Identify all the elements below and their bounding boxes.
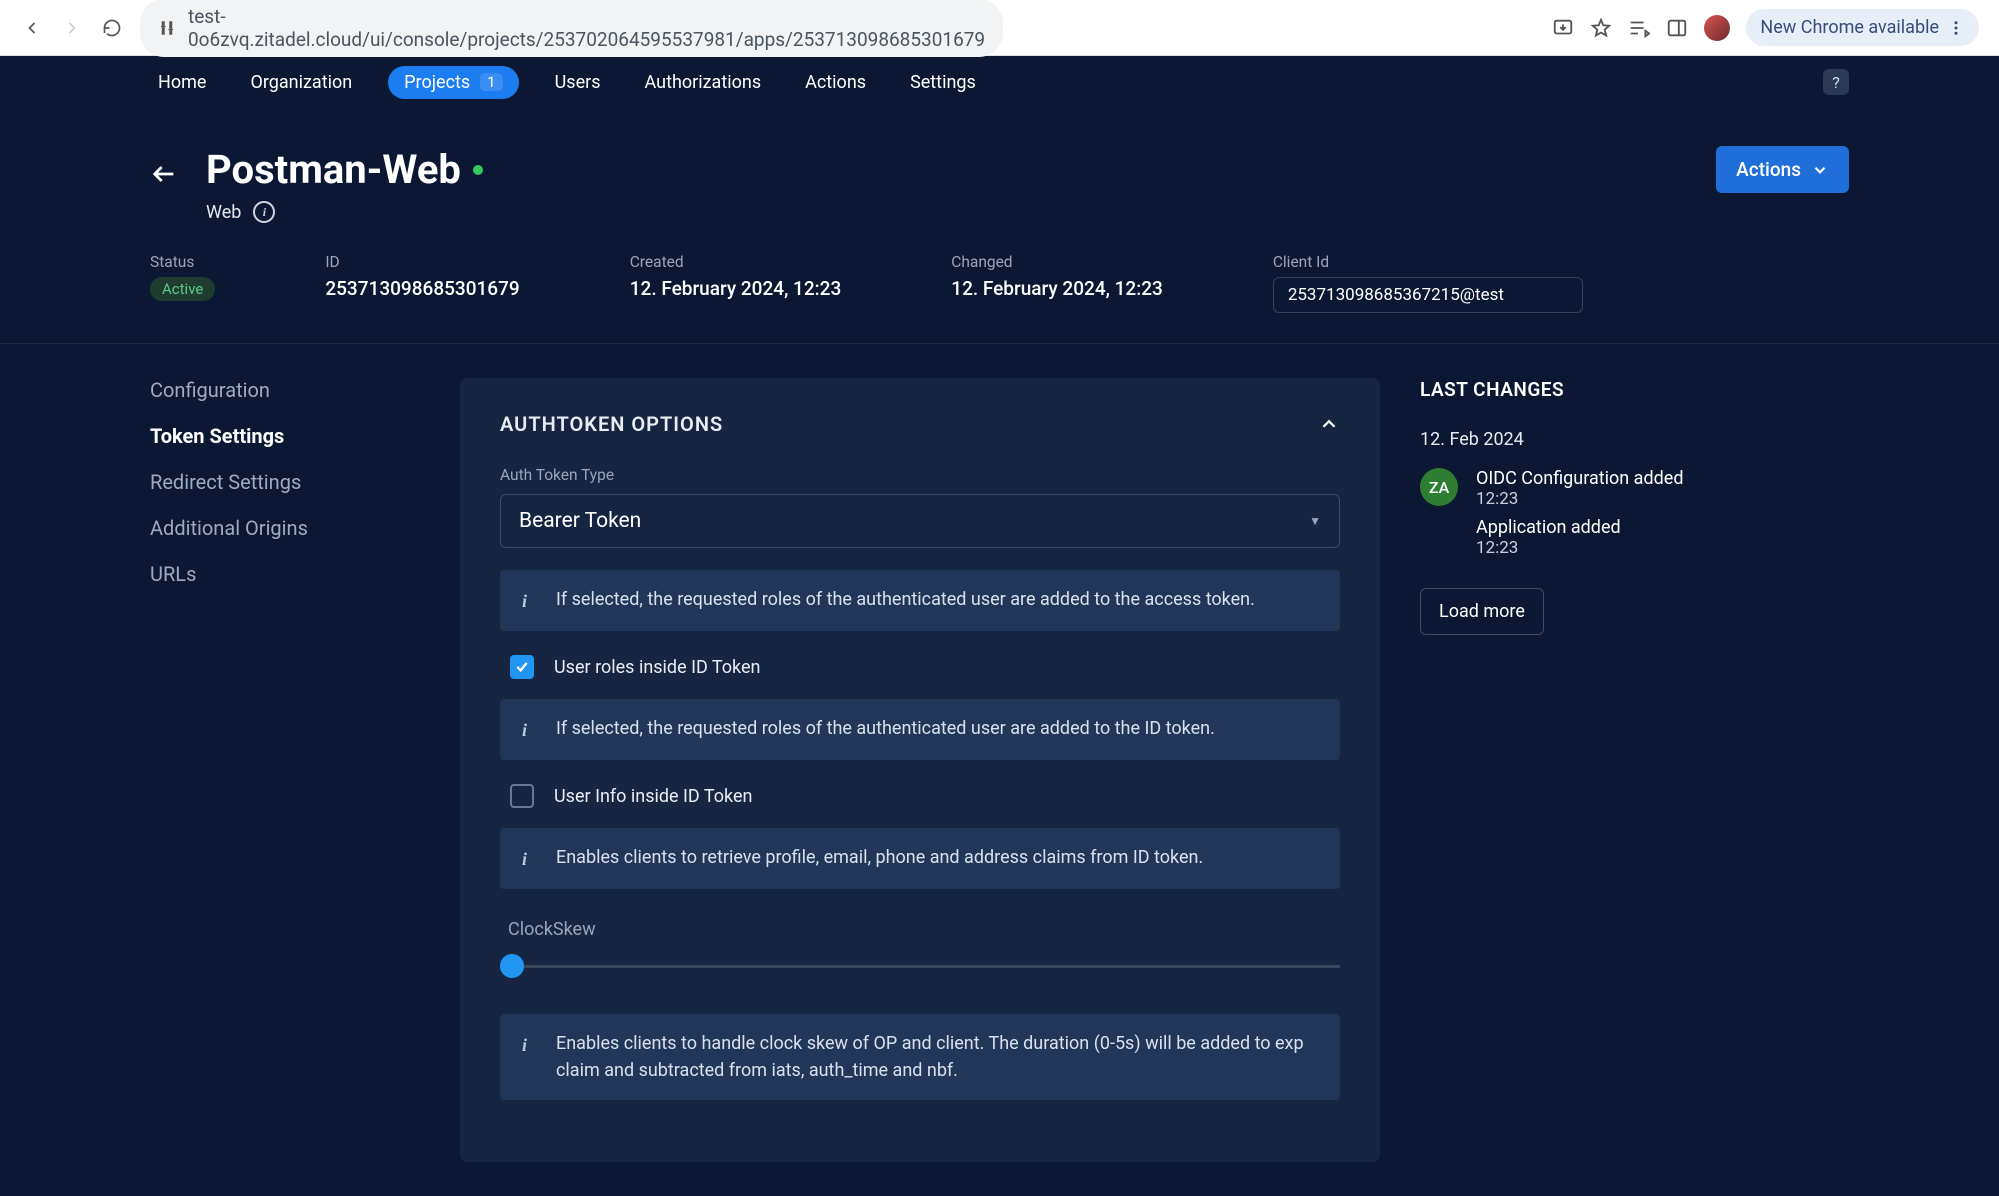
nav-settings[interactable]: Settings: [902, 68, 984, 97]
chrome-update-label: New Chrome available: [1760, 17, 1939, 38]
nav-projects[interactable]: Projects 1: [388, 66, 518, 99]
info-banner-access-token: i If selected, the requested roles of th…: [500, 570, 1340, 631]
info-icon: i: [522, 846, 534, 873]
reload-icon[interactable]: [100, 16, 124, 40]
info-banner-id-token-roles: i If selected, the requested roles of th…: [500, 699, 1340, 760]
info-icon: i: [522, 588, 534, 615]
nav-users[interactable]: Users: [547, 68, 609, 97]
info-icon: i: [522, 717, 534, 744]
nav-projects-count: 1: [480, 73, 502, 91]
sidenav-additional-origins[interactable]: Additional Origins: [150, 516, 420, 540]
nav-actions[interactable]: Actions: [797, 68, 874, 97]
bookmark-star-icon[interactable]: [1590, 17, 1612, 39]
last-changes-panel: LAST CHANGES 12. Feb 2024 ZA OIDC Config…: [1420, 378, 1820, 1162]
auth-token-type-select[interactable]: Bearer Token ▼: [500, 494, 1340, 548]
card-title: AUTHTOKEN OPTIONS: [500, 412, 723, 436]
nav-home[interactable]: Home: [150, 68, 214, 97]
back-nav-icon[interactable]: [20, 16, 44, 40]
load-more-button[interactable]: Load more: [1420, 588, 1544, 635]
profile-avatar-icon[interactable]: [1704, 15, 1730, 41]
checkbox-user-info-id-token[interactable]: [510, 784, 534, 808]
chevron-down-icon: [1811, 161, 1829, 179]
info-icon[interactable]: i: [253, 201, 275, 223]
back-arrow-icon[interactable]: [150, 160, 178, 188]
nav-projects-label: Projects: [404, 72, 470, 93]
authtoken-options-card: AUTHTOKEN OPTIONS Auth Token Type Bearer…: [460, 378, 1380, 1162]
collapse-icon[interactable]: [1318, 413, 1340, 435]
page-header: Postman-Web Web i Actions Status Active …: [0, 108, 1999, 344]
actions-button-label: Actions: [1736, 158, 1801, 181]
info-text-1: If selected, the requested roles of the …: [556, 586, 1255, 613]
site-settings-icon[interactable]: [158, 19, 176, 37]
change-time-1: 12:23: [1476, 489, 1683, 509]
check-icon: [514, 659, 530, 675]
slider-thumb[interactable]: [500, 954, 524, 978]
status-label: Status: [150, 253, 215, 271]
dropdown-icon: ▼: [1309, 514, 1321, 528]
sidenav-token-settings[interactable]: Token Settings: [150, 424, 420, 448]
menu-dots-icon: [1947, 19, 1965, 37]
id-label: ID: [325, 253, 519, 271]
app-nav: Home Organization Projects 1 Users Autho…: [0, 56, 1999, 108]
created-value: 12. February 2024, 12:23: [630, 277, 842, 300]
change-item: ZA OIDC Configuration added 12:23 Applic…: [1420, 468, 1820, 558]
url-bar[interactable]: test-0o6zvq.zitadel.cloud/ui/console/pro…: [140, 0, 1003, 57]
last-changes-title: LAST CHANGES: [1420, 378, 1820, 401]
info-banner-clockskew: i Enables clients to handle clock skew o…: [500, 1014, 1340, 1100]
change-title-2: Application added: [1476, 517, 1683, 538]
nav-authorizations[interactable]: Authorizations: [637, 68, 770, 97]
last-changes-date: 12. Feb 2024: [1420, 429, 1820, 450]
checkbox-label-1: User roles inside ID Token: [554, 657, 760, 678]
nav-organization[interactable]: Organization: [242, 68, 360, 97]
checkbox-user-roles-id-token[interactable]: [510, 655, 534, 679]
slider-track: [524, 965, 1340, 968]
sidenav-configuration[interactable]: Configuration: [150, 378, 420, 402]
app-type-label: Web: [206, 202, 241, 223]
info-text-4: Enables clients to handle clock skew of …: [556, 1030, 1318, 1084]
browser-toolbar: test-0o6zvq.zitadel.cloud/ui/console/pro…: [0, 0, 1999, 56]
changed-value: 12. February 2024, 12:23: [951, 277, 1163, 300]
id-value: 253713098685301679: [325, 277, 519, 300]
help-button[interactable]: ?: [1823, 69, 1849, 95]
created-label: Created: [630, 253, 842, 271]
change-time-2: 12:23: [1476, 538, 1683, 558]
playlist-icon[interactable]: [1628, 17, 1650, 39]
install-app-icon[interactable]: [1552, 17, 1574, 39]
change-avatar: ZA: [1420, 468, 1458, 506]
info-text-3: Enables clients to retrieve profile, ema…: [556, 844, 1203, 871]
actions-button[interactable]: Actions: [1716, 146, 1849, 193]
side-nav: Configuration Token Settings Redirect Se…: [150, 378, 420, 1162]
clockskew-slider[interactable]: [500, 954, 1340, 978]
info-icon: i: [522, 1032, 534, 1059]
url-text: test-0o6zvq.zitadel.cloud/ui/console/pro…: [188, 5, 985, 51]
client-id-field[interactable]: 253713098685367215@test: [1273, 277, 1583, 313]
app-title-text: Postman-Web: [206, 146, 461, 193]
page-title: Postman-Web: [206, 146, 1688, 193]
status-badge: Active: [150, 277, 215, 301]
info-banner-user-info: i Enables clients to retrieve profile, e…: [500, 828, 1340, 889]
status-dot-icon: [473, 165, 483, 175]
checkbox-label-2: User Info inside ID Token: [554, 786, 752, 807]
clockskew-label: ClockSkew: [508, 919, 1340, 940]
info-text-2: If selected, the requested roles of the …: [556, 715, 1215, 742]
clientid-label: Client Id: [1273, 253, 1583, 271]
side-panel-icon[interactable]: [1666, 17, 1688, 39]
sidenav-redirect-settings[interactable]: Redirect Settings: [150, 470, 420, 494]
chrome-update-pill[interactable]: New Chrome available: [1746, 9, 1979, 46]
auth-token-type-label: Auth Token Type: [500, 466, 1340, 484]
sidenav-urls[interactable]: URLs: [150, 562, 420, 586]
auth-token-type-value: Bearer Token: [519, 509, 641, 533]
changed-label: Changed: [951, 253, 1163, 271]
forward-nav-icon[interactable]: [60, 16, 84, 40]
change-title-1: OIDC Configuration added: [1476, 468, 1683, 489]
